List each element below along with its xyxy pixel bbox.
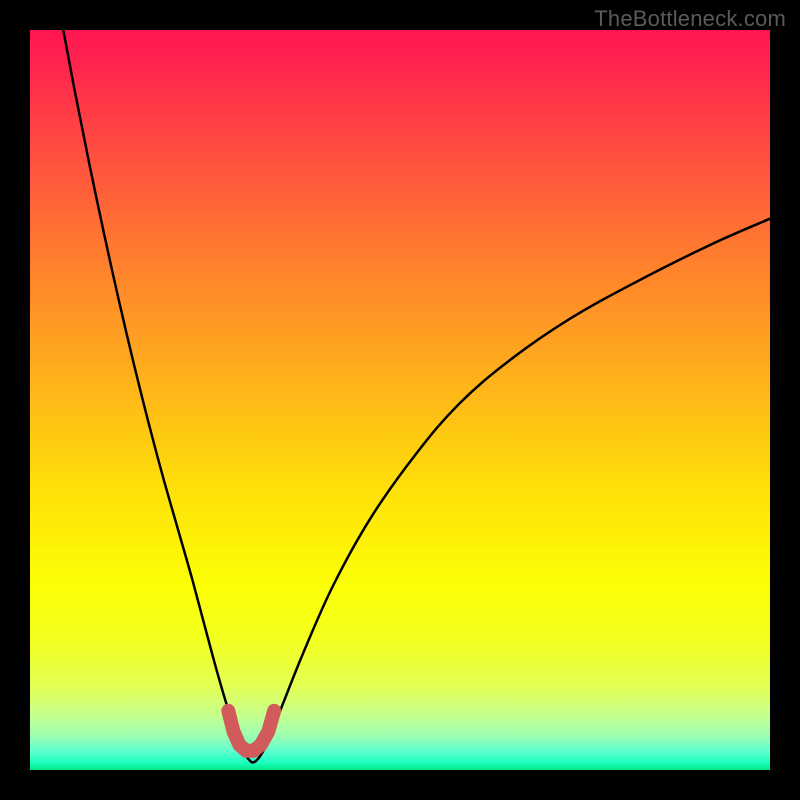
- chart-container: TheBottleneck.com: [0, 0, 800, 800]
- chart-background: [30, 30, 770, 770]
- watermark-label: TheBottleneck.com: [594, 6, 786, 32]
